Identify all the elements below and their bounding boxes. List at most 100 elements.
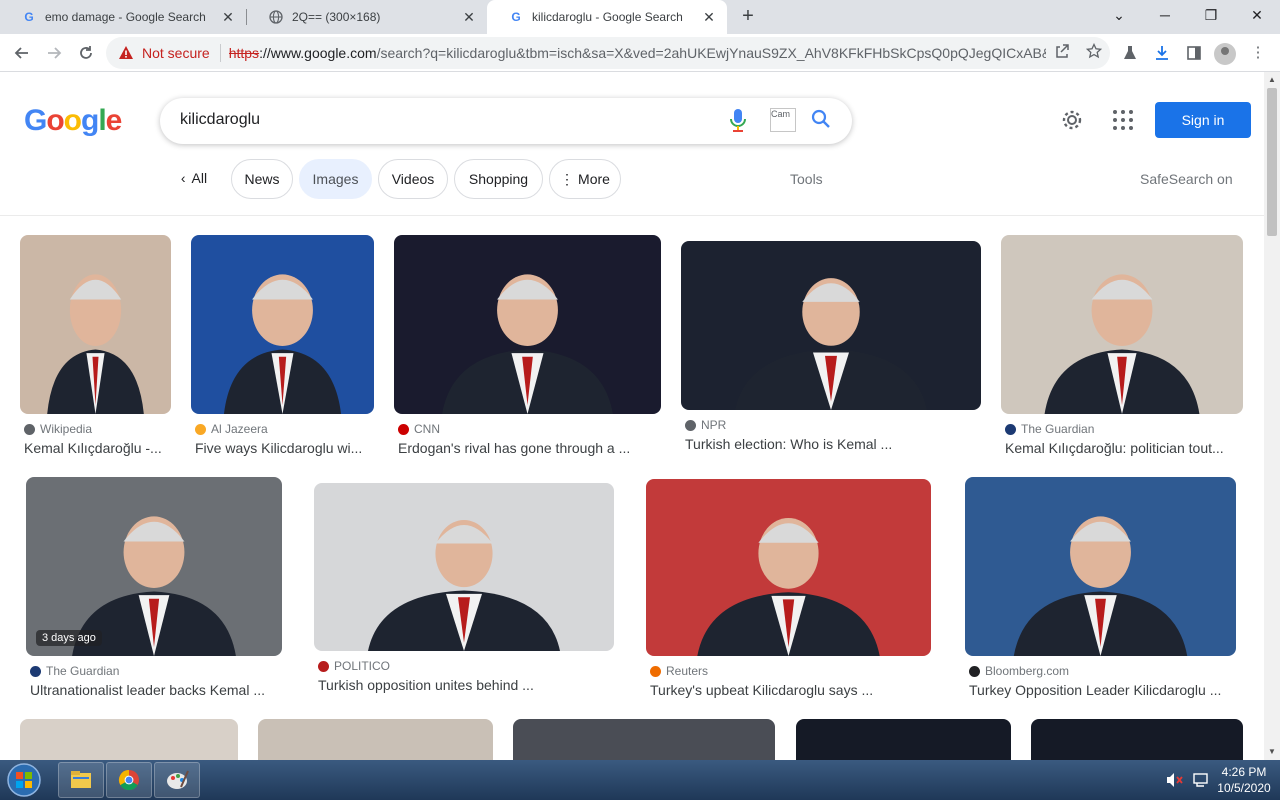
tab-title: emo damage - Google Search xyxy=(45,10,206,24)
restore-button[interactable]: ❐ xyxy=(1188,0,1234,30)
source-name: The Guardian xyxy=(1021,422,1095,436)
result-caption[interactable]: Five ways Kilicdaroglu wi... xyxy=(195,440,398,456)
chip-all[interactable]: ‹ All xyxy=(168,159,220,199)
google-logo[interactable]: Google xyxy=(24,104,122,138)
result-thumbnail[interactable] xyxy=(314,483,614,651)
chip-videos[interactable]: Videos xyxy=(378,159,448,199)
share-icon[interactable] xyxy=(1046,43,1078,63)
system-clock[interactable]: 4:26 PM 10/5/2020 xyxy=(1212,764,1276,796)
result-caption[interactable]: Turkey Opposition Leader Kilicdaroglu ..… xyxy=(969,682,1260,698)
source-name: Al Jazeera xyxy=(211,422,268,436)
result-thumbnail[interactable] xyxy=(646,479,931,656)
safesearch-button[interactable]: SafeSearch on xyxy=(1140,171,1233,187)
result-source[interactable]: Reuters xyxy=(650,664,708,678)
image-result[interactable]: Wikipedia Kemal Kılıçdaroğlu -... xyxy=(20,235,171,474)
start-button[interactable] xyxy=(4,761,44,799)
tab-search-button[interactable]: ⌄ xyxy=(1096,0,1142,30)
result-caption[interactable]: Turkish opposition unites behind ... xyxy=(318,677,638,693)
chip-shopping[interactable]: Shopping xyxy=(454,159,543,199)
volume-muted-icon[interactable] xyxy=(1166,772,1184,812)
menu-kebab-icon[interactable]: ⋮ xyxy=(1244,39,1272,67)
result-source[interactable]: The Guardian xyxy=(1005,422,1094,436)
labs-flask-icon[interactable] xyxy=(1116,39,1144,67)
result-caption[interactable]: Kemal Kılıçdaroğlu -... xyxy=(24,440,195,456)
result-thumbnail[interactable] xyxy=(1001,235,1243,414)
result-thumbnail[interactable]: 3 days ago xyxy=(26,477,282,656)
apps-grid-icon[interactable] xyxy=(1113,110,1133,130)
result-source[interactable]: NPR xyxy=(685,418,726,432)
scroll-down-arrow-icon[interactable]: ▼ xyxy=(1264,744,1280,760)
gear-icon[interactable] xyxy=(1060,108,1086,134)
forward-button[interactable] xyxy=(40,39,68,67)
page-scrollbar[interactable]: ▲ ▼ xyxy=(1264,72,1280,760)
bookmark-star-icon[interactable] xyxy=(1078,42,1110,63)
result-caption[interactable]: Ultranationalist leader backs Kemal ... xyxy=(30,682,306,698)
reload-button[interactable] xyxy=(72,39,100,67)
close-icon[interactable]: ✕ xyxy=(461,9,477,25)
warning-icon[interactable] xyxy=(118,45,134,61)
result-caption[interactable]: Erdogan's rival has gone through a ... xyxy=(398,440,685,456)
image-result[interactable]: CNN Erdogan's rival has gone through a ..… xyxy=(394,235,661,474)
image-result[interactable]: The Guardian Kemal Kılıçdaroğlu: politici… xyxy=(1001,235,1243,474)
tab-emo-damage[interactable]: G emo damage - Google Search ✕ xyxy=(0,0,246,34)
result-source[interactable]: POLITICO xyxy=(318,659,390,673)
search-icon[interactable] xyxy=(810,108,834,132)
image-result[interactable]: 3 days ago The Guardian Ultranationalist l… xyxy=(26,477,282,716)
result-thumbnail[interactable] xyxy=(965,477,1236,656)
logo-letter: g xyxy=(81,104,99,137)
download-icon[interactable] xyxy=(1148,39,1176,67)
result-thumbnail[interactable] xyxy=(796,719,1011,760)
result-thumbnail[interactable] xyxy=(394,235,661,414)
sign-in-button[interactable]: Sign in xyxy=(1155,102,1251,138)
scrollbar-thumb[interactable] xyxy=(1267,88,1277,236)
back-button[interactable] xyxy=(8,39,36,67)
chevron-left-icon: ‹ xyxy=(180,170,186,186)
search-box[interactable]: kilicdaroglu xyxy=(160,98,852,144)
address-bar[interactable]: Not secure https://www.google.com/search… xyxy=(106,37,1110,69)
result-source[interactable]: The Guardian xyxy=(30,664,119,678)
close-window-button[interactable]: ✕ xyxy=(1234,0,1280,30)
tools-button[interactable]: Tools xyxy=(790,171,823,187)
result-caption[interactable]: Turkish election: Who is Kemal ... xyxy=(685,436,1005,452)
tab-image[interactable]: 2Q== (300×168) ✕ xyxy=(247,0,487,34)
result-thumbnail[interactable] xyxy=(258,719,493,760)
taskbar-paint[interactable] xyxy=(154,762,200,798)
action-center-icon[interactable] xyxy=(1192,772,1210,812)
image-result[interactable]: Bloomberg.com Turkey Opposition Leader Ki… xyxy=(965,477,1236,716)
result-source[interactable]: Bloomberg.com xyxy=(969,664,1069,678)
microphone-icon[interactable] xyxy=(728,108,748,134)
chip-label: All xyxy=(191,170,208,186)
scroll-up-arrow-icon[interactable]: ▲ xyxy=(1264,72,1280,88)
result-thumbnail[interactable] xyxy=(191,235,374,414)
result-source[interactable]: Al Jazeera xyxy=(195,422,268,436)
result-thumbnail[interactable] xyxy=(681,241,981,410)
result-thumbnail[interactable] xyxy=(20,235,171,414)
result-thumbnail[interactable] xyxy=(513,719,775,760)
image-result[interactable]: Al Jazeera Five ways Kilicdaroglu wi... xyxy=(191,235,374,474)
side-panel-icon[interactable] xyxy=(1180,39,1208,67)
close-icon[interactable]: ✕ xyxy=(220,9,236,25)
taskbar-chrome[interactable] xyxy=(106,762,152,798)
result-source[interactable]: Wikipedia xyxy=(24,422,92,436)
close-icon[interactable]: ✕ xyxy=(701,9,717,25)
chip-more[interactable]: ⋮ More xyxy=(549,159,621,199)
search-input[interactable]: kilicdaroglu xyxy=(180,111,260,129)
chip-images[interactable]: Images xyxy=(299,159,372,199)
result-thumbnail[interactable] xyxy=(1031,719,1243,760)
chip-news[interactable]: News xyxy=(231,159,293,199)
security-status[interactable]: Not secure xyxy=(142,45,210,61)
tab-kilicdaroglu[interactable]: G kilicdaroglu - Google Search ✕ xyxy=(487,0,727,34)
profile-avatar[interactable] xyxy=(1214,43,1236,65)
result-source[interactable]: CNN xyxy=(398,422,440,436)
minimize-button[interactable]: ─ xyxy=(1142,0,1188,30)
taskbar-explorer[interactable] xyxy=(58,762,104,798)
result-thumbnail[interactable] xyxy=(20,719,238,760)
result-caption[interactable]: Turkey's upbeat Kilicdaroglu says ... xyxy=(650,682,955,698)
result-caption[interactable]: Kemal Kılıçdaroğlu: politician tout... xyxy=(1005,440,1264,456)
camera-icon[interactable]: Cam xyxy=(770,108,796,132)
image-result[interactable]: POLITICO Turkish opposition unites behind… xyxy=(314,483,614,711)
url-text[interactable]: https://www.google.com/search?q=kilicdar… xyxy=(229,45,1046,61)
image-result[interactable]: NPR Turkish election: Who is Kemal ... xyxy=(681,241,981,470)
new-tab-button[interactable]: + xyxy=(736,5,760,29)
image-result[interactable]: Reuters Turkey's upbeat Kilicdaroglu says… xyxy=(646,479,931,716)
